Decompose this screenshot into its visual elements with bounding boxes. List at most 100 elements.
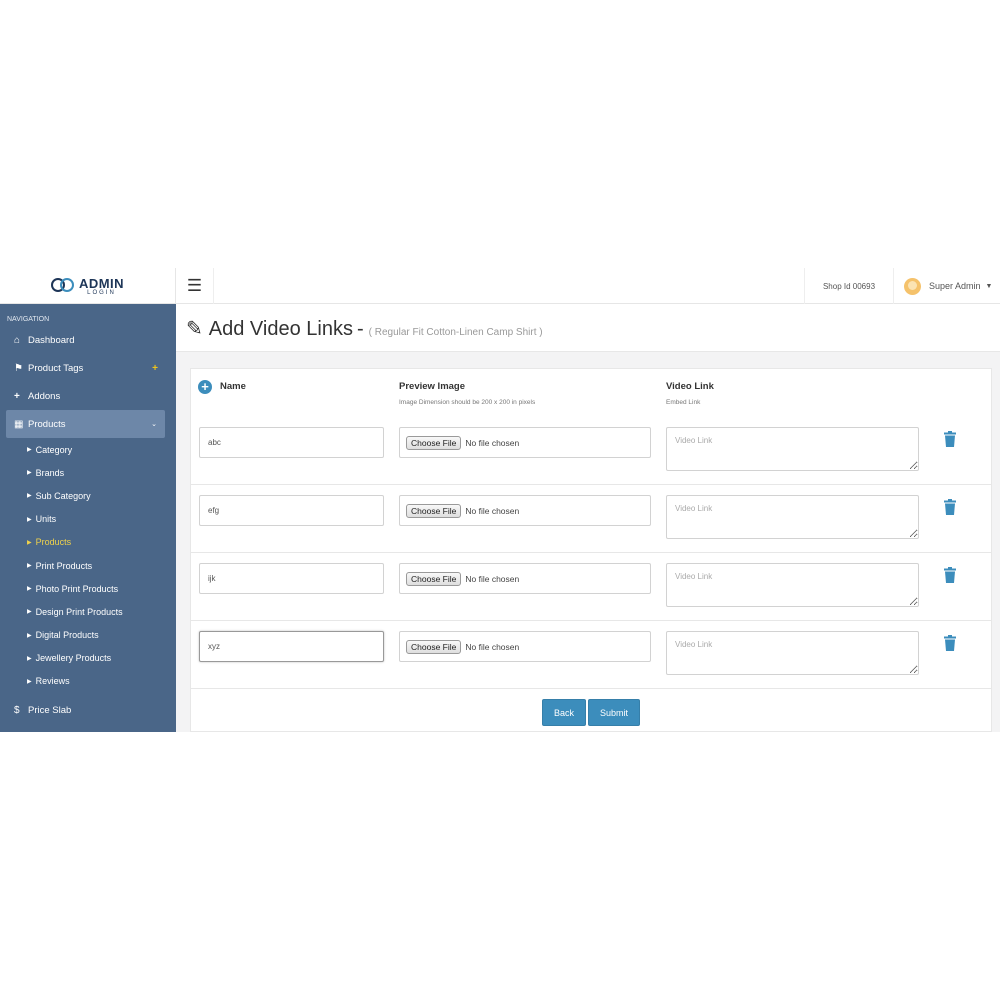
- sidebar-item-label: Products: [28, 418, 66, 430]
- preview-file-input[interactable]: Choose File No file chosen: [399, 563, 651, 594]
- sidebar-subitem-jewellery-products[interactable]: ▶ Jewellery Products: [0, 647, 176, 670]
- sidebar-subitem-design-print-products[interactable]: ▶ Design Print Products: [0, 600, 176, 623]
- choose-file-button[interactable]: Choose File: [406, 503, 462, 518]
- sidebar-subitem-products[interactable]: ▶ Products: [0, 531, 176, 554]
- bullet-icon: ▶: [27, 516, 32, 523]
- chevron-down-icon: ⌄: [151, 421, 157, 428]
- bullet-icon: ▶: [27, 655, 32, 662]
- file-status: No file chosen: [465, 437, 520, 448]
- video-column-header: Video Link: [666, 381, 714, 392]
- sidebar-subitem-label: Sub Category: [35, 490, 91, 501]
- video-links-panel: + Name Preview Image Image Dimension sho…: [190, 368, 992, 732]
- video-embed-note: Embed Link: [666, 399, 701, 406]
- video-link-textarea[interactable]: [666, 495, 919, 539]
- calendar-icon: ▦: [14, 418, 24, 430]
- sidebar-subitem-label: Digital Products: [35, 630, 99, 641]
- form-actions: Back Submit: [191, 699, 991, 726]
- bullet-icon: ▶: [27, 539, 32, 546]
- sidebar-item-label: Price Slab: [28, 704, 72, 716]
- add-row-icon[interactable]: +: [198, 380, 212, 394]
- video-link-row: Choose File No file chosen: [191, 485, 991, 553]
- page-title: ✎ Add Video Links - ( Regular Fit Cotton…: [186, 316, 543, 341]
- choose-file-button[interactable]: Choose File: [406, 639, 462, 654]
- name-input[interactable]: [199, 563, 384, 594]
- sidebar-subitem-label: Reviews: [35, 676, 70, 687]
- user-menu[interactable]: Super Admin ▼: [900, 268, 1000, 304]
- sidebar-item-products[interactable]: ▦ Products ⌄: [6, 410, 165, 438]
- name-input[interactable]: [199, 631, 384, 662]
- sidebar-item-product-tags[interactable]: ⚑ Product Tags +: [0, 354, 176, 382]
- sidebar-subitem-label: Design Print Products: [35, 606, 123, 617]
- video-link-textarea[interactable]: [666, 631, 919, 675]
- sidebar-subitem-reviews[interactable]: ▶ Reviews: [0, 670, 176, 693]
- admin-app: ADMIN LOGIN ☰ Shop Id 00693 Super Admin …: [0, 268, 1000, 732]
- sidebar-subitem-label: Jewellery Products: [35, 653, 112, 664]
- top-bar: ADMIN LOGIN ☰ Shop Id 00693 Super Admin …: [0, 268, 1000, 304]
- avatar: [904, 277, 921, 295]
- trash-icon[interactable]: [943, 635, 957, 651]
- file-status: No file chosen: [465, 641, 520, 652]
- preview-file-input[interactable]: Choose File No file chosen: [399, 631, 651, 662]
- page-title-text: Add Video Links: [208, 318, 353, 340]
- video-link-row: Choose File No file chosen: [191, 553, 991, 621]
- product-name: ( Regular Fit Cotton-Linen Camp Shirt ): [368, 327, 543, 338]
- trash-icon[interactable]: [943, 499, 957, 515]
- home-icon: ⌂: [14, 334, 21, 346]
- dollar-icon: $: [14, 704, 20, 716]
- preview-file-input[interactable]: Choose File No file chosen: [399, 427, 651, 458]
- name-input[interactable]: [199, 427, 384, 458]
- choose-file-button[interactable]: Choose File: [406, 435, 462, 450]
- sidebar-item-label: Addons: [28, 390, 61, 402]
- bullet-icon: ▶: [27, 609, 32, 616]
- sidebar-subitem-label: Photo Print Products: [35, 583, 119, 594]
- video-link-row: Choose File No file chosen: [191, 621, 991, 689]
- trash-icon[interactable]: [943, 567, 957, 583]
- name-column-header: Name: [220, 381, 246, 392]
- choose-file-button[interactable]: Choose File: [406, 571, 462, 586]
- caret-down-icon: ▼: [985, 282, 993, 290]
- sidebar-item-addons[interactable]: + Addons: [0, 382, 176, 410]
- menu-toggle-button[interactable]: ☰: [176, 268, 214, 304]
- hamburger-icon: ☰: [186, 276, 203, 295]
- sidebar-subitem-digital-products[interactable]: ▶ Digital Products: [0, 624, 176, 647]
- nav-heading: NAVIGATION: [7, 316, 50, 323]
- video-link-row: Choose File No file chosen: [191, 417, 991, 485]
- sidebar-subitem-print-products[interactable]: ▶ Print Products: [0, 554, 176, 577]
- bullet-icon: ▶: [27, 563, 32, 570]
- file-status: No file chosen: [465, 505, 520, 516]
- name-input[interactable]: [199, 495, 384, 526]
- bullet-icon: ▶: [27, 632, 32, 639]
- sidebar-subitem-label: Category: [35, 444, 73, 455]
- sidebar-item-label: Dashboard: [28, 334, 75, 346]
- sidebar-subitem-label: Units: [35, 514, 57, 525]
- preview-column-header: Preview Image: [399, 381, 466, 392]
- sidebar: NAVIGATION ⌂ Dashboard ⚑ Product Tags + …: [0, 304, 176, 732]
- bullet-icon: ▶: [27, 586, 32, 593]
- bullet-icon: ▶: [27, 447, 32, 454]
- brand-title: ADMIN: [78, 275, 125, 291]
- sidebar-subitem-label: Print Products: [35, 560, 93, 571]
- sidebar-subitem-sub-category[interactable]: ▶ Sub Category: [0, 484, 176, 507]
- back-button[interactable]: Back: [541, 699, 586, 726]
- submit-button[interactable]: Submit: [588, 699, 641, 726]
- video-link-textarea[interactable]: [666, 427, 919, 471]
- preview-file-input[interactable]: Choose File No file chosen: [399, 495, 651, 526]
- brand-logo[interactable]: ADMIN LOGIN: [0, 268, 176, 304]
- sidebar-item-dashboard[interactable]: ⌂ Dashboard: [0, 326, 176, 354]
- tag-icon: ⚑: [14, 362, 23, 374]
- logo-mark-icon: [50, 278, 75, 294]
- shop-id: Shop Id 00693: [804, 268, 894, 304]
- user-name: Super Admin: [929, 281, 981, 291]
- video-link-textarea[interactable]: [666, 563, 919, 607]
- sidebar-subitem-label: Products: [35, 537, 72, 548]
- plus-icon: +: [152, 362, 158, 374]
- sidebar-item-label: Product Tags: [28, 362, 84, 374]
- sidebar-item-price-slab[interactable]: $ Price Slab: [0, 696, 176, 724]
- plus-icon: +: [14, 390, 20, 402]
- trash-icon[interactable]: [943, 431, 957, 447]
- sidebar-subitem-units[interactable]: ▶ Units: [0, 508, 176, 531]
- sidebar-subitem-photo-print-products[interactable]: ▶ Photo Print Products: [0, 577, 176, 600]
- sidebar-subitem-brands[interactable]: ▶ Brands: [0, 461, 176, 484]
- sidebar-subitem-category[interactable]: ▶ Category: [0, 438, 176, 461]
- page-header: ✎ Add Video Links - ( Regular Fit Cotton…: [176, 304, 1000, 352]
